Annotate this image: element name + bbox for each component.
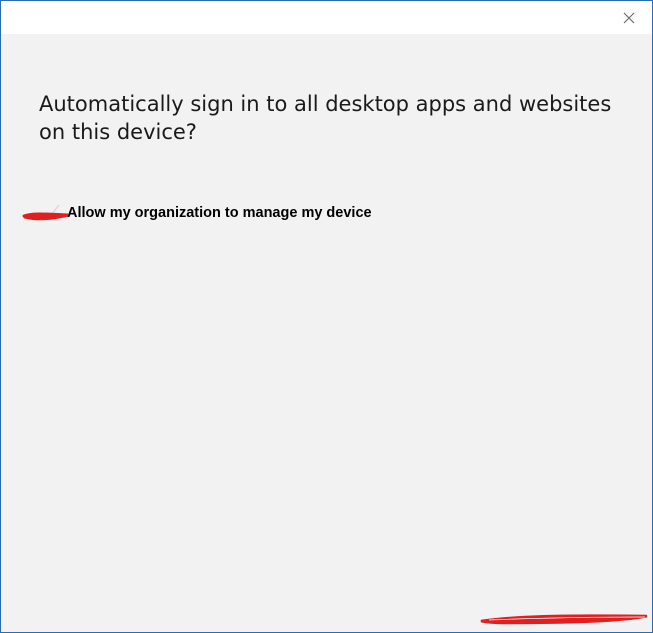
dialog-window: Automatically sign in to all desktop app…	[0, 0, 653, 633]
close-icon	[623, 12, 635, 24]
page-title: Automatically sign in to all desktop app…	[39, 92, 612, 144]
dialog-content: Automatically sign in to all desktop app…	[1, 34, 652, 632]
close-button[interactable]	[612, 3, 646, 33]
manage-device-checkbox[interactable]	[21, 202, 69, 224]
manage-device-label: Allow my organization to manage my devic…	[67, 205, 372, 221]
redaction-scribble-footer	[480, 614, 648, 625]
redaction-scribble	[22, 212, 69, 221]
manage-device-option[interactable]: Allow my organization to manage my devic…	[21, 202, 372, 224]
title-bar	[1, 1, 652, 34]
